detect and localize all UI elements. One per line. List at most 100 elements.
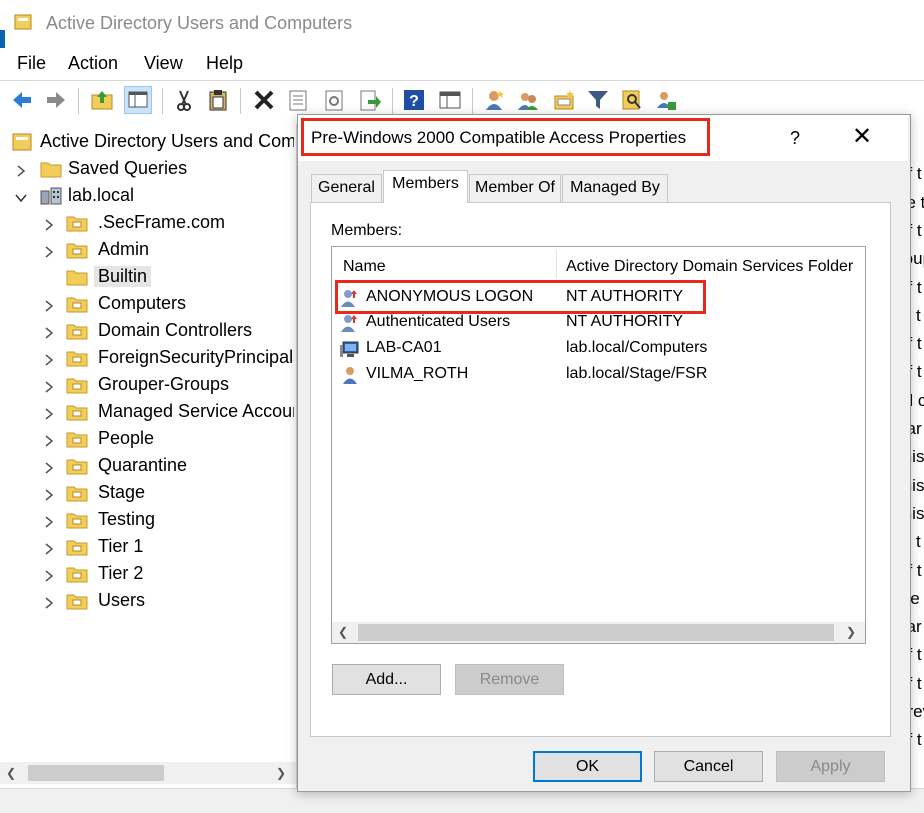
chevron-right-icon[interactable] (14, 162, 28, 177)
dialog-close-button[interactable]: ✕ (846, 122, 878, 152)
scroll-left-icon[interactable]: ❮ (6, 766, 16, 780)
new-ou-icon[interactable] (552, 88, 576, 112)
list-item[interactable]: LAB-CA01 lab.local/Computers (340, 338, 860, 362)
chevron-right-icon[interactable] (42, 567, 56, 582)
tab-managed-by[interactable]: Managed By (562, 174, 668, 202)
dialog-help-button[interactable]: ? (780, 124, 810, 152)
tree-item-label: .SecFrame.com (98, 212, 226, 232)
domain-icon (40, 187, 62, 205)
remove-button[interactable]: Remove (455, 664, 564, 695)
tree-item-ou[interactable]: Builtin (40, 264, 294, 290)
properties-icon[interactable] (286, 88, 310, 112)
ou-folder-icon (66, 241, 88, 259)
tree-item-ou[interactable]: Quarantine (40, 453, 294, 479)
chevron-right-icon[interactable] (42, 351, 56, 366)
tree-root[interactable]: Active Directory Users and Com (12, 129, 294, 155)
chevron-right-icon[interactable] (42, 594, 56, 609)
tree-item-label: Quarantine (98, 455, 188, 475)
chevron-right-icon[interactable] (42, 459, 56, 474)
ou-folder-icon (66, 484, 88, 502)
tree-item-label: Computers (98, 293, 187, 313)
menu-file[interactable]: File (17, 53, 46, 74)
tree-item-ou[interactable]: Computers (40, 291, 294, 317)
tree-item-ou[interactable]: Tier 2 (40, 561, 294, 587)
chevron-right-icon[interactable] (42, 540, 56, 555)
tab-member-of[interactable]: Member Of (469, 174, 561, 202)
list-scroll-thumb[interactable] (358, 624, 834, 641)
paste-icon[interactable] (206, 88, 230, 112)
list-item[interactable]: Authenticated Users NT AUTHORITY (340, 312, 860, 336)
tree-item-label: Stage (98, 482, 146, 502)
members-label: Members: (331, 222, 403, 239)
chevron-down-icon[interactable] (14, 189, 28, 203)
cancel-button[interactable]: Cancel (654, 751, 763, 782)
chevron-right-icon[interactable] (42, 243, 56, 258)
chevron-right-icon[interactable] (42, 324, 56, 339)
tree-item-ou[interactable]: Testing (40, 507, 294, 533)
console-icon[interactable] (438, 88, 462, 112)
delete-icon[interactable] (252, 88, 276, 112)
show-tree-icon[interactable] (124, 86, 152, 114)
column-separator[interactable] (556, 250, 557, 278)
menu-action[interactable]: Action (68, 53, 118, 74)
tree-item-label: Grouper-Groups (98, 374, 230, 394)
tree-item-label: ForeignSecurityPrincipals (98, 347, 294, 367)
back-icon[interactable] (10, 88, 34, 112)
new-group-icon[interactable] (516, 88, 540, 112)
chevron-right-icon[interactable] (42, 378, 56, 393)
help-icon[interactable]: ? (402, 88, 426, 112)
tree-item-ou[interactable]: Managed Service Accounts (40, 399, 294, 425)
chevron-right-icon[interactable] (42, 486, 56, 501)
tree-item-domain[interactable]: lab.local (12, 183, 294, 209)
column-header-folder[interactable]: Active Directory Domain Services Folder (566, 258, 853, 276)
ou-folder-icon (66, 403, 88, 421)
special-identity-icon (340, 313, 360, 333)
delegate-icon[interactable] (654, 88, 678, 112)
tab-members[interactable]: Members (383, 170, 468, 203)
menu-help[interactable]: Help (206, 53, 243, 74)
tree-item-saved-queries[interactable]: Saved Queries (12, 156, 294, 182)
ok-button[interactable]: OK (533, 751, 642, 782)
tree-item-label: Builtin (94, 266, 152, 287)
chevron-right-icon[interactable] (42, 216, 56, 231)
tab-general[interactable]: General (311, 174, 382, 202)
chevron-right-icon[interactable] (42, 432, 56, 447)
scroll-right-icon[interactable]: ❯ (846, 625, 856, 639)
filter-icon[interactable] (586, 88, 610, 112)
find-icon[interactable] (620, 88, 644, 112)
list-item[interactable]: VILMA_ROTH lab.local/Stage/FSR (340, 364, 860, 388)
tree-scroll-thumb[interactable] (28, 765, 164, 781)
forward-icon[interactable] (44, 88, 68, 112)
tree-item-label: Tier 1 (98, 536, 144, 556)
export-icon[interactable] (358, 88, 382, 112)
tree-item-ou[interactable]: Users (40, 588, 294, 614)
tree-item-ou[interactable]: Tier 1 (40, 534, 294, 560)
tree-item-ou[interactable]: Stage (40, 480, 294, 506)
tree-item-label: Saved Queries (68, 158, 188, 178)
scroll-left-icon[interactable]: ❮ (338, 625, 348, 639)
svg-text:?: ? (409, 93, 419, 110)
tree-item-ou[interactable]: Grouper-Groups (40, 372, 294, 398)
up-folder-icon[interactable] (90, 88, 114, 112)
refresh-icon[interactable] (322, 88, 346, 112)
cut-icon[interactable] (172, 88, 196, 112)
tree-item-label: Users (98, 590, 146, 610)
add-button[interactable]: Add... (332, 664, 441, 695)
member-name: LAB-CA01 (366, 339, 442, 356)
apply-button[interactable]: Apply (776, 751, 885, 782)
tree-item-ou[interactable]: People (40, 426, 294, 452)
tree-item-ou[interactable]: .SecFrame.com (40, 210, 294, 236)
app-icon (14, 13, 32, 31)
chevron-right-icon[interactable] (42, 405, 56, 420)
menu-view[interactable]: View (144, 53, 183, 74)
new-user-icon[interactable] (482, 88, 506, 112)
tree-item-ou[interactable]: Domain Controllers (40, 318, 294, 344)
folder-icon (40, 160, 62, 178)
tree-item-ou[interactable]: Admin (40, 237, 294, 263)
scroll-right-icon[interactable]: ❯ (276, 766, 286, 780)
ou-folder-icon (66, 538, 88, 556)
column-header-name[interactable]: Name (343, 258, 386, 276)
chevron-right-icon[interactable] (42, 513, 56, 528)
chevron-right-icon[interactable] (42, 297, 56, 312)
tree-item-ou[interactable]: ForeignSecurityPrincipals (40, 345, 294, 371)
